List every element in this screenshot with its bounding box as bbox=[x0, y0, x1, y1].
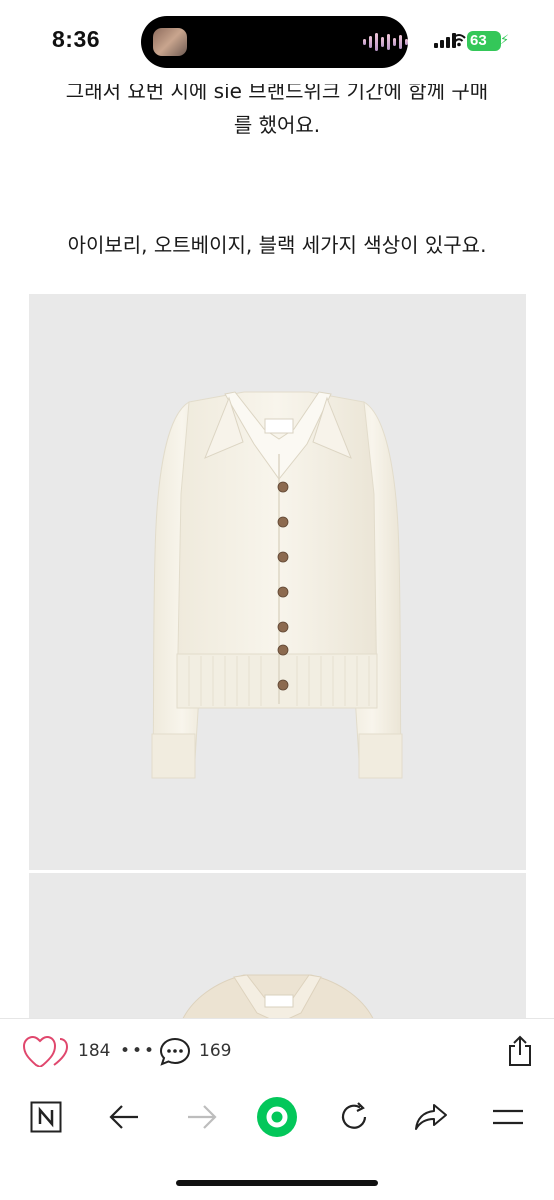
product-photo-second[interactable] bbox=[29, 873, 526, 1018]
article-content: 그래서 요번 시에 sie 브랜드위크 기간에 함께 구매 를 했어요. 아이보… bbox=[0, 0, 554, 1018]
product-photo-ivory-cardigan[interactable] bbox=[29, 294, 526, 870]
cardigan-illustration-2 bbox=[182, 974, 374, 1018]
battery-level: 63 bbox=[467, 31, 501, 51]
like-heart-icon[interactable] bbox=[22, 1035, 68, 1067]
refresh-icon[interactable] bbox=[338, 1101, 370, 1133]
cardigan-illustration bbox=[151, 391, 403, 779]
green-home-icon[interactable] bbox=[256, 1096, 298, 1138]
article-paragraph-1: 그래서 요번 시에 sie 브랜드위크 기간에 함께 구매 를 했어요. bbox=[0, 74, 554, 142]
status-time: 8:36 bbox=[52, 26, 101, 52]
home-indicator[interactable] bbox=[176, 1180, 378, 1186]
now-playing-artwork-icon bbox=[153, 28, 187, 56]
audio-waveform-icon bbox=[363, 31, 408, 53]
like-count[interactable]: 184 bbox=[78, 1041, 110, 1061]
status-bar: 8:36 63 ⚡ bbox=[0, 0, 554, 84]
post-action-bar: 184 ••• 169 bbox=[0, 1018, 554, 1084]
article-paragraph-2: 아이보리, 오트베이지, 블랙 세가지 색상이 있구요. bbox=[67, 233, 487, 257]
dynamic-island[interactable] bbox=[141, 16, 408, 68]
share-arrow-icon[interactable] bbox=[414, 1103, 448, 1131]
more-options-icon[interactable]: ••• bbox=[120, 1041, 156, 1061]
back-arrow-icon[interactable] bbox=[108, 1103, 140, 1131]
wifi-icon bbox=[452, 34, 466, 47]
paragraph-1-line-2: 를 했어요. bbox=[233, 113, 321, 137]
comment-count[interactable]: 169 bbox=[199, 1041, 231, 1061]
comment-bubble-icon[interactable] bbox=[159, 1037, 191, 1067]
share-icon[interactable] bbox=[507, 1035, 533, 1067]
menu-icon[interactable] bbox=[492, 1107, 524, 1127]
charging-bolt-icon: ⚡ bbox=[500, 33, 510, 48]
forward-arrow-icon[interactable] bbox=[186, 1103, 218, 1131]
naver-icon[interactable] bbox=[30, 1101, 62, 1133]
